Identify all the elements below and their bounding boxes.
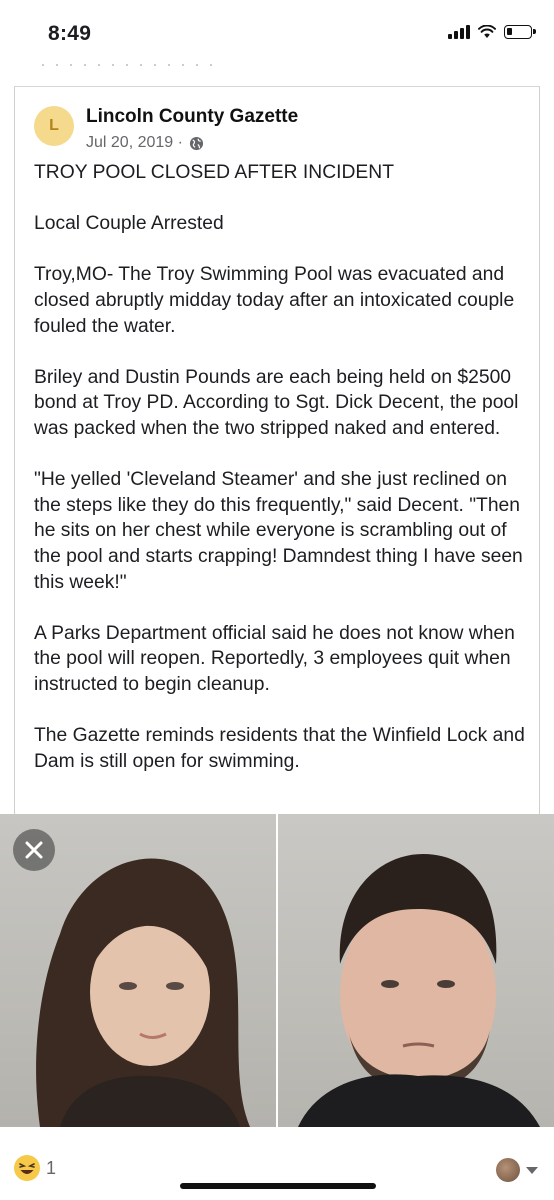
post-text: TROY POOL CLOSED AFTER INCIDENT Local Co… <box>34 160 534 800</box>
post-paragraph: Briley and Dustin Pounds are each being … <box>34 366 519 439</box>
wifi-icon <box>478 25 496 38</box>
divider <box>36 64 216 66</box>
reaction-count: 1 <box>46 1157 57 1178</box>
status-icons <box>448 25 536 39</box>
laughing-emoji-icon <box>14 1155 40 1181</box>
reaction-as-selector[interactable] <box>496 1158 538 1182</box>
post-meta: Jul 20, 2019 · <box>86 134 204 152</box>
close-icon <box>25 841 43 859</box>
chevron-down-icon <box>526 1166 538 1174</box>
photo-man[interactable] <box>278 814 554 1127</box>
page-name-link[interactable]: Lincoln County Gazette <box>86 106 298 128</box>
status-time: 8:49 <box>48 22 92 45</box>
post-headline: TROY POOL CLOSED AFTER INCIDENT <box>34 162 394 183</box>
post-subheadline: Local Couple Arrested <box>34 213 224 235</box>
page-avatar[interactable]: L <box>34 106 74 146</box>
avatar <box>496 1158 520 1182</box>
status-bar: 8:49 <box>0 0 554 62</box>
globe-icon <box>189 136 204 150</box>
reactions-summary[interactable]: 1 <box>14 1155 56 1181</box>
post-paragraph: "He yelled 'Cleveland Steamer' and she j… <box>34 469 523 593</box>
post-paragraph: The Gazette reminds residents that the W… <box>34 725 525 772</box>
close-button[interactable] <box>13 829 55 871</box>
post-photos[interactable] <box>0 814 554 1127</box>
post-paragraph: Troy,MO- The Troy Swimming Pool was evac… <box>34 264 515 337</box>
home-indicator[interactable] <box>180 1183 376 1189</box>
battery-icon <box>504 25 536 39</box>
post-paragraph: A Parks Department official said he does… <box>34 622 515 695</box>
post-date[interactable]: Jul 20, 2019 · <box>86 134 183 152</box>
signal-icon <box>448 25 470 39</box>
